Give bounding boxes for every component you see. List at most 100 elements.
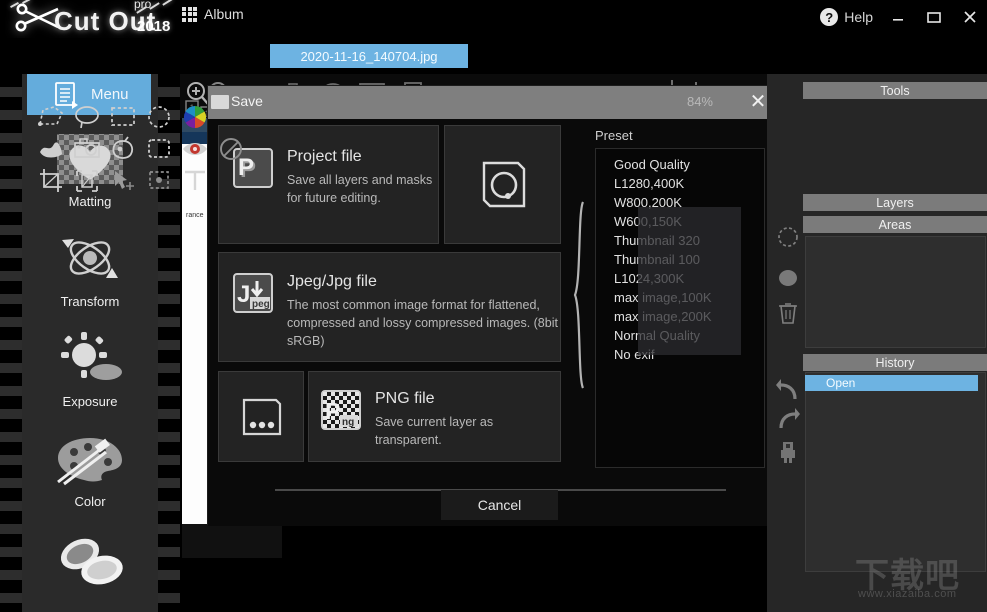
preset-item[interactable]: Good Quality	[596, 155, 764, 174]
crop-icon[interactable]	[36, 168, 66, 194]
exposure-icon	[44, 330, 136, 390]
watermark-url: www.xiazaiba.com	[858, 588, 957, 600]
ghost-menu-line	[638, 319, 741, 333]
svg-text:ng: ng	[342, 417, 354, 428]
rect-select-icon[interactable]	[108, 104, 138, 130]
minimize-icon	[893, 19, 903, 21]
transform-box-icon[interactable]	[72, 168, 102, 194]
album-button[interactable]: Album	[182, 6, 244, 22]
sidebar-item-beauty[interactable]	[22, 530, 158, 594]
card-title: Project file	[287, 148, 362, 165]
tools-row	[36, 136, 242, 162]
svg-text:peg: peg	[252, 299, 270, 310]
sidebar-item-transform[interactable]: Transform	[22, 230, 158, 309]
help-button[interactable]: ? Help	[820, 8, 873, 26]
ghost-menu-line	[638, 207, 741, 221]
ghost-menu-line	[638, 249, 741, 263]
undo-icon[interactable]	[775, 378, 801, 404]
card-desc: The most common image format for flatten…	[287, 298, 558, 349]
tab-open-file[interactable]: 2020-11-16_140704.jpg	[270, 44, 468, 68]
redo-icon[interactable]	[775, 407, 801, 433]
areas-list[interactable]	[805, 236, 986, 348]
ellipsis-icon	[242, 398, 282, 435]
ghost-menu-line	[638, 221, 741, 235]
free-lasso-icon[interactable]	[72, 104, 102, 130]
sidebar-item-label: Color	[74, 494, 106, 509]
tools-row	[36, 168, 206, 194]
robot-icon[interactable]	[775, 438, 801, 464]
duplicate-area-icon[interactable]	[775, 265, 801, 291]
panel-header-tools: Tools	[803, 82, 987, 99]
ghost-overlay-menu	[638, 207, 741, 355]
brand-year: 2018	[137, 18, 171, 35]
color-icon	[44, 430, 136, 490]
png-icon: P ng	[321, 390, 361, 430]
maximize-button[interactable]	[923, 6, 945, 28]
ghost-menu-line	[638, 277, 741, 291]
brand-pro: pro	[134, 0, 152, 11]
red-eye-icon[interactable]	[180, 136, 210, 162]
right-panels: Tools Layers Areas History	[767, 74, 987, 612]
panel-header-layers: Layers	[803, 194, 987, 211]
text-icon[interactable]	[180, 168, 210, 194]
save-icon	[211, 95, 229, 109]
move-icon[interactable]	[108, 168, 138, 194]
save-dialog-close-button[interactable]: ✕	[747, 90, 769, 113]
panel-header-history: History	[803, 354, 987, 371]
preset-label: Preset	[595, 128, 633, 143]
ghost-menu-line	[638, 263, 741, 277]
polygon-lasso-icon[interactable]	[36, 104, 66, 130]
card-thumbnail-preview[interactable]	[444, 125, 561, 244]
none-icon[interactable]	[216, 136, 246, 162]
sidebar-item-exposure[interactable]: Exposure	[22, 330, 158, 409]
menu-label: Menu	[91, 86, 129, 103]
preset-item[interactable]: L1280,400K	[596, 174, 764, 193]
cancel-button[interactable]: Cancel	[441, 490, 558, 520]
tools-grid	[36, 104, 242, 200]
marching-ants-icon[interactable]	[144, 136, 174, 162]
maximize-icon	[927, 12, 941, 23]
delete-area-icon[interactable]	[775, 300, 801, 326]
ghost-menu-line	[638, 235, 741, 249]
camera-icon[interactable]	[72, 136, 102, 162]
jpeg-icon: J peg	[233, 273, 273, 313]
card-title: PNG file	[375, 390, 435, 407]
card-png-file[interactable]: P ng PNG file Save current layer as tran…	[308, 371, 561, 462]
save-dialog-title: Save	[231, 93, 263, 109]
album-label: Album	[204, 6, 244, 22]
card-desc: Save all layers and masks for future edi…	[287, 173, 433, 206]
compact-mirror-icon	[44, 530, 136, 590]
spot-heal-icon[interactable]	[144, 168, 174, 194]
curly-bracket-icon	[573, 201, 585, 389]
transform-icon	[44, 230, 136, 290]
app-logo: Cut Out pro 2018	[6, 0, 186, 42]
color-wheel-icon[interactable]	[180, 104, 210, 130]
circle-shape-icon	[482, 161, 525, 207]
sidebar-item-color[interactable]: Color	[22, 430, 158, 509]
magic-wand-icon[interactable]	[108, 136, 138, 162]
app-root: Cut Out pro 2018 ? Help Album 2020-11-16…	[0, 0, 987, 612]
film-strip-left	[0, 74, 22, 612]
card-title: Jpeg/Jpg file	[287, 273, 377, 290]
grid-icon	[182, 6, 197, 22]
card-jpeg-file[interactable]: J peg Jpeg/Jpg file The most common imag…	[218, 252, 561, 362]
ellipse-select-icon[interactable]	[144, 104, 174, 130]
new-area-icon[interactable]	[775, 224, 801, 250]
ghost-menu-line	[638, 291, 741, 305]
ghost-menu-line	[638, 305, 741, 319]
card-more-formats[interactable]	[218, 371, 304, 462]
close-button[interactable]	[959, 6, 981, 28]
tools-row	[36, 104, 206, 130]
title-bar: Cut Out pro 2018 ? Help	[0, 0, 987, 38]
card-project-file[interactable]: P P Project file Save all layers and mas…	[218, 125, 439, 244]
logo-dash	[162, 0, 173, 6]
history-item-open[interactable]: Open	[805, 375, 978, 391]
smudge-icon[interactable]	[36, 136, 66, 162]
card-desc: Save current layer as transparent.	[375, 415, 494, 448]
history-list[interactable]	[805, 372, 986, 572]
window-controls: ? Help	[820, 2, 981, 32]
sidebar-item-label: Transform	[60, 294, 120, 309]
tab-strip	[0, 38, 987, 74]
minimize-button[interactable]	[887, 6, 909, 28]
sidebar-item-label: Exposure	[62, 394, 118, 409]
